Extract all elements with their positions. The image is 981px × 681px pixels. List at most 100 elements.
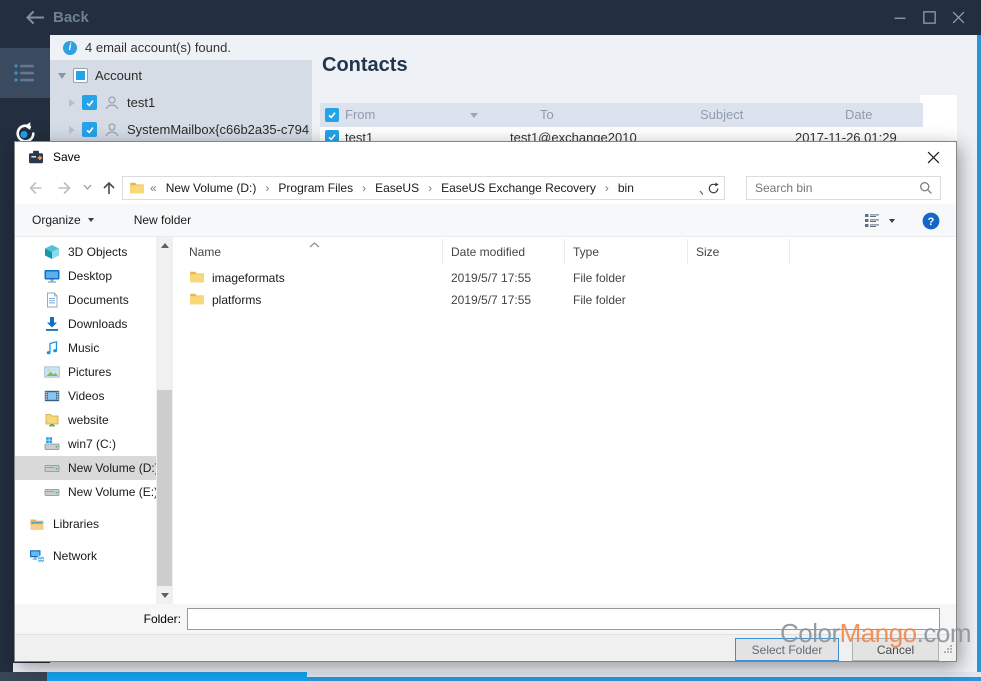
tree-checkbox[interactable] <box>82 95 97 110</box>
dialog-close-icon[interactable] <box>918 145 948 169</box>
file-name-label: platforms <box>212 293 261 307</box>
tree-item-label: test1 <box>127 95 155 110</box>
back-button[interactable]: Back <box>26 9 89 26</box>
account-checkbox[interactable] <box>73 68 88 83</box>
breadcrumb-separator: › <box>605 181 609 195</box>
organize-label: Organize <box>32 213 81 227</box>
tree-checkbox[interactable] <box>82 122 97 137</box>
breadcrumb-item-easeus[interactable]: EaseUS <box>375 181 419 195</box>
nav-back-icon[interactable] <box>27 180 43 196</box>
contacts-column-date[interactable]: Date <box>845 107 872 122</box>
view-mode-icon[interactable] <box>864 213 880 228</box>
contacts-column-subject[interactable]: Subject <box>700 107 743 122</box>
contacts-column-to[interactable]: To <box>540 107 554 122</box>
person-icon <box>104 122 120 138</box>
drive-icon <box>44 484 60 500</box>
nav-up-icon[interactable] <box>101 180 117 196</box>
expander-right-icon[interactable] <box>69 126 75 134</box>
close-button[interactable] <box>951 11 965 25</box>
address-bar[interactable]: «New Volume (D:)›Program Files›EaseUS›Ea… <box>122 176 716 200</box>
minimize-button[interactable] <box>893 11 907 25</box>
sidebar-item-label: Libraries <box>53 517 99 531</box>
file-type-cell: File folder <box>565 271 688 285</box>
dialog-toolbar: Organize New folder ? <box>15 204 956 237</box>
sidebar-item-label: New Volume (E:) <box>68 485 158 499</box>
scroll-up-icon[interactable] <box>156 237 173 254</box>
drive-icon <box>44 460 60 476</box>
sidebar-item-new-volume-e[interactable]: New Volume (E:) <box>15 480 173 504</box>
search-icon[interactable] <box>919 181 933 195</box>
sidebar-item-network[interactable]: Network <box>15 544 173 568</box>
doc-icon <box>44 292 60 308</box>
tree-row-test1[interactable]: test1 <box>50 89 312 116</box>
sidebar-item-3d-objects[interactable]: 3D Objects <box>15 240 173 264</box>
breadcrumb-item-program-files[interactable]: Program Files <box>278 181 353 195</box>
breadcrumb-separator: › <box>265 181 269 195</box>
maximize-button[interactable] <box>922 11 936 25</box>
sidebar-scrollbar[interactable] <box>156 237 173 604</box>
column-header-type[interactable]: Type <box>565 239 688 264</box>
progress-navy-segment <box>0 672 47 681</box>
rail-item-mail-list[interactable] <box>0 48 50 98</box>
sidebar-item-label: Music <box>68 341 99 355</box>
sidebar-item-label: Documents <box>68 293 129 307</box>
watermark-suffix: .com <box>917 618 971 648</box>
sidebar-item-videos[interactable]: Videos <box>15 384 173 408</box>
file-date-cell: 2019/5/7 17:55 <box>443 293 565 307</box>
refresh-button[interactable] <box>703 176 725 200</box>
back-label: Back <box>53 9 89 26</box>
sidebar-item-libraries[interactable]: Libraries <box>15 512 173 536</box>
breadcrumb-overflow[interactable]: « <box>150 181 157 195</box>
breadcrumb-item-bin[interactable]: bin <box>618 181 634 195</box>
bottom-progress-bar <box>0 672 981 681</box>
info-icon: i <box>63 41 77 55</box>
breadcrumb-item-new-volume-d[interactable]: New Volume (D:) <box>166 181 257 195</box>
nav-forward-icon[interactable] <box>57 180 73 196</box>
svg-text:?: ? <box>928 216 935 228</box>
organize-button[interactable]: Organize <box>32 213 94 227</box>
sidebar-item-documents[interactable]: Documents <box>15 288 173 312</box>
nav-history-chevron-icon[interactable] <box>83 184 92 191</box>
contacts-table-header: From To Subject Date <box>320 103 923 127</box>
sidebar-item-label: Pictures <box>68 365 111 379</box>
select-all-checkbox[interactable] <box>325 108 339 122</box>
column-header-size[interactable]: Size <box>688 239 790 264</box>
column-dropdown-icon[interactable] <box>470 113 478 118</box>
save-dialog-icon <box>28 149 44 165</box>
dialog-sidebar: 3D Objects Desktop Documents Downloads Music… <box>15 237 173 604</box>
dialog-body: 3D Objects Desktop Documents Downloads Music… <box>15 237 956 604</box>
sidebar-item-website[interactable]: website <box>15 408 173 432</box>
sidebar-item-new-volume-d[interactable]: New Volume (D:) <box>15 456 173 480</box>
column-header-name[interactable]: Name <box>173 239 443 264</box>
contacts-column-from[interactable]: From <box>345 107 375 122</box>
column-header-label: Size <box>696 245 719 259</box>
column-header-date-modified[interactable]: Date modified <box>443 239 565 264</box>
view-mode-caret-icon[interactable] <box>889 219 895 223</box>
expander-down-icon[interactable] <box>58 73 66 79</box>
info-bar: i 4 email account(s) found. <box>50 35 977 60</box>
sidebar-item-win7-c[interactable]: win7 (C:) <box>15 432 173 456</box>
file-row-platforms[interactable]: platforms2019/5/7 17:55File folder <box>173 289 956 311</box>
scrollbar-thumb[interactable] <box>157 390 172 586</box>
sidebar-item-downloads[interactable]: Downloads <box>15 312 173 336</box>
new-folder-button[interactable]: New folder <box>134 213 191 227</box>
search-input[interactable] <box>747 181 919 195</box>
sidebar-item-desktop[interactable]: Desktop <box>15 264 173 288</box>
sidebar-item-pictures[interactable]: Pictures <box>15 360 173 384</box>
desktop-icon <box>44 268 60 284</box>
breadcrumb-item-easeus-exchange-recovery[interactable]: EaseUS Exchange Recovery <box>441 181 596 195</box>
file-row-imageformats[interactable]: imageformats2019/5/7 17:55File folder <box>173 267 956 289</box>
tree-row-account[interactable]: Account <box>50 62 312 89</box>
sort-ascending-icon <box>309 237 320 251</box>
sidebar-item-label: Desktop <box>68 269 112 283</box>
scroll-down-icon[interactable] <box>156 587 173 604</box>
sidebar-item-music[interactable]: Music <box>15 336 173 360</box>
tree-row-systemmailbox-c66b2a35-c794[interactable]: SystemMailbox{c66b2a35-c794 <box>50 116 312 143</box>
expander-right-icon[interactable] <box>69 99 75 107</box>
organize-caret-icon <box>88 218 94 222</box>
contacts-title: Contacts <box>322 54 408 77</box>
save-dialog: Save «New Volume (D:)›Program <box>14 141 957 662</box>
help-icon[interactable]: ? <box>922 212 940 230</box>
folder-label: Folder: <box>15 612 181 626</box>
app-titlebar: Back <box>0 0 981 35</box>
